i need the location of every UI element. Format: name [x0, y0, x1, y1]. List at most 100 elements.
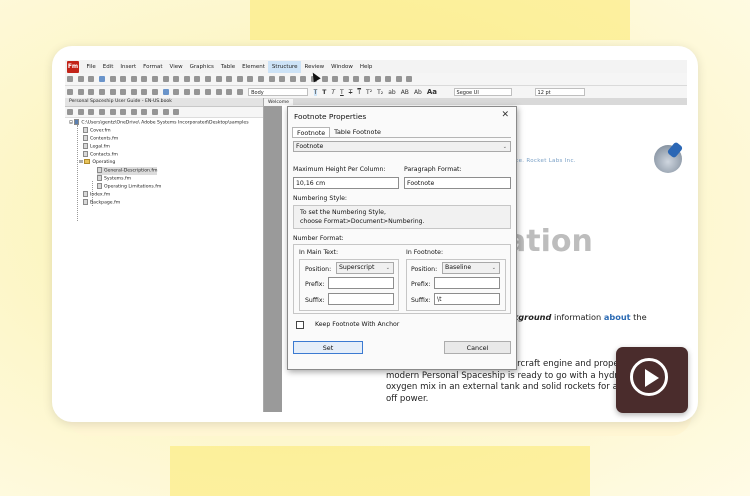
add-file-icon[interactable]: [67, 109, 74, 115]
redo-icon[interactable]: [183, 76, 190, 82]
paste-icon[interactable]: [162, 76, 169, 82]
align-right-icon[interactable]: [183, 89, 190, 95]
tab-icon[interactable]: [109, 89, 116, 95]
main-position-select[interactable]: Superscript ⌄: [336, 262, 394, 274]
tree-item-contents[interactable]: Contents.fm: [83, 135, 118, 143]
initial-caps-button[interactable]: Ab: [414, 89, 422, 96]
marker-icon[interactable]: [268, 76, 275, 82]
open-icon[interactable]: [88, 76, 95, 82]
hyperlink-icon[interactable]: [215, 76, 222, 82]
preview-icon[interactable]: [130, 76, 137, 82]
tree-item-systems[interactable]: Systems.fm: [97, 175, 131, 183]
char-default-button[interactable]: T: [313, 88, 318, 96]
find-icon[interactable]: [205, 76, 212, 82]
cancel-button[interactable]: Cancel: [444, 341, 511, 354]
footnote-prefix-input[interactable]: [434, 277, 500, 289]
bullet-icon[interactable]: [67, 89, 74, 95]
menu-edit[interactable]: Edit: [99, 61, 117, 73]
menu-graphics[interactable]: Graphics: [186, 61, 217, 73]
footnote-suffix-input[interactable]: \t: [434, 293, 500, 305]
space-below-icon[interactable]: [141, 89, 148, 95]
new-icon[interactable]: [77, 76, 84, 82]
align-center-icon[interactable]: [173, 89, 180, 95]
footnote-position-select[interactable]: Baseline ⌄: [442, 262, 500, 274]
move-up-icon[interactable]: [109, 109, 116, 115]
variable-icon[interactable]: [257, 76, 264, 82]
italic-button[interactable]: T: [331, 89, 335, 96]
paragraph-style-select[interactable]: Body: [248, 88, 309, 96]
menu-view[interactable]: View: [166, 61, 186, 73]
sort-icon[interactable]: [205, 89, 212, 95]
cut-icon[interactable]: [141, 76, 148, 82]
validate-icon[interactable]: [342, 76, 349, 82]
border-icon[interactable]: [215, 89, 222, 95]
superscript-button[interactable]: T²: [366, 89, 372, 96]
menu-structure[interactable]: Structure: [268, 60, 302, 73]
distribute-icon[interactable]: [406, 76, 413, 82]
uppercase-button[interactable]: AB: [401, 89, 409, 96]
grid-icon[interactable]: [385, 76, 392, 82]
change-case-button[interactable]: Aa: [427, 88, 437, 96]
space-above-icon[interactable]: [130, 89, 137, 95]
tree-item-contacts[interactable]: Contacts.fm: [83, 151, 118, 159]
font-size-select[interactable]: 12 pt: [534, 88, 585, 96]
anchor-icon[interactable]: [226, 76, 233, 82]
equation-icon[interactable]: [300, 76, 307, 82]
align-left-icon[interactable]: [162, 89, 169, 95]
justify-icon[interactable]: [194, 89, 201, 95]
tree-item-operating-limitations[interactable]: Operating Limitations.fm: [97, 183, 161, 191]
book-settings-icon[interactable]: [173, 109, 180, 115]
menu-insert[interactable]: Insert: [117, 61, 140, 73]
numbered-list-icon[interactable]: [77, 89, 84, 95]
undo-icon[interactable]: [173, 76, 180, 82]
help-icon[interactable]: [67, 76, 74, 82]
keep-with-anchor-checkbox[interactable]: [296, 321, 304, 329]
move-left-icon[interactable]: [130, 109, 137, 115]
graphic-icon[interactable]: [289, 76, 296, 82]
menu-element[interactable]: Element: [239, 61, 269, 73]
zoom-in-icon[interactable]: [363, 76, 370, 82]
collapse-icon[interactable]: ⊟: [79, 160, 83, 165]
save-icon[interactable]: [99, 76, 106, 82]
menu-file[interactable]: File: [83, 61, 99, 73]
keep-with-icon[interactable]: [152, 89, 159, 95]
move-down-icon[interactable]: [120, 109, 127, 115]
save-all-icon[interactable]: [109, 76, 116, 82]
tree-folder-operating[interactable]: ⊟ Operating: [79, 159, 115, 167]
menu-help[interactable]: Help: [356, 61, 376, 73]
font-select[interactable]: Segoe UI: [453, 88, 512, 96]
subscript-button[interactable]: T₂: [377, 89, 383, 96]
play-video-button[interactable]: [616, 347, 688, 413]
remove-icon[interactable]: [99, 109, 106, 115]
tree-item-backpage[interactable]: Backpage.fm: [83, 199, 120, 207]
line-spacing-icon[interactable]: [120, 89, 127, 95]
set-button[interactable]: Set: [293, 341, 363, 354]
cross-ref-icon[interactable]: [247, 76, 254, 82]
add-group-icon[interactable]: [88, 109, 95, 115]
footnote-type-select[interactable]: Footnote ⌄: [293, 141, 511, 152]
add-folder-icon[interactable]: [77, 109, 84, 115]
zoom-out-icon[interactable]: [374, 76, 381, 82]
footnote-icon[interactable]: [236, 76, 243, 82]
columns-icon[interactable]: [236, 89, 243, 95]
attribute-icon[interactable]: [332, 76, 339, 82]
strikethrough-button[interactable]: T: [349, 89, 353, 96]
track-changes-icon[interactable]: [353, 76, 360, 82]
max-height-input[interactable]: 10,16 cm: [293, 177, 399, 189]
indent-icon[interactable]: [88, 89, 95, 95]
underline-button[interactable]: T: [340, 89, 344, 96]
overline-button[interactable]: T: [357, 89, 361, 96]
main-prefix-input[interactable]: [328, 277, 394, 289]
outdent-icon[interactable]: [99, 89, 106, 95]
shading-icon[interactable]: [226, 89, 233, 95]
menu-format[interactable]: Format: [140, 61, 166, 73]
bold-button[interactable]: T: [322, 89, 326, 96]
copy-icon[interactable]: [152, 76, 159, 82]
spellcheck-icon[interactable]: [194, 76, 201, 82]
align-icon[interactable]: [395, 76, 402, 82]
menu-table[interactable]: Table: [217, 61, 238, 73]
lowercase-button[interactable]: ab: [388, 89, 396, 96]
collapse-icon[interactable]: ⊟: [69, 121, 73, 126]
table-icon[interactable]: [279, 76, 286, 82]
element-icon[interactable]: [321, 76, 328, 82]
